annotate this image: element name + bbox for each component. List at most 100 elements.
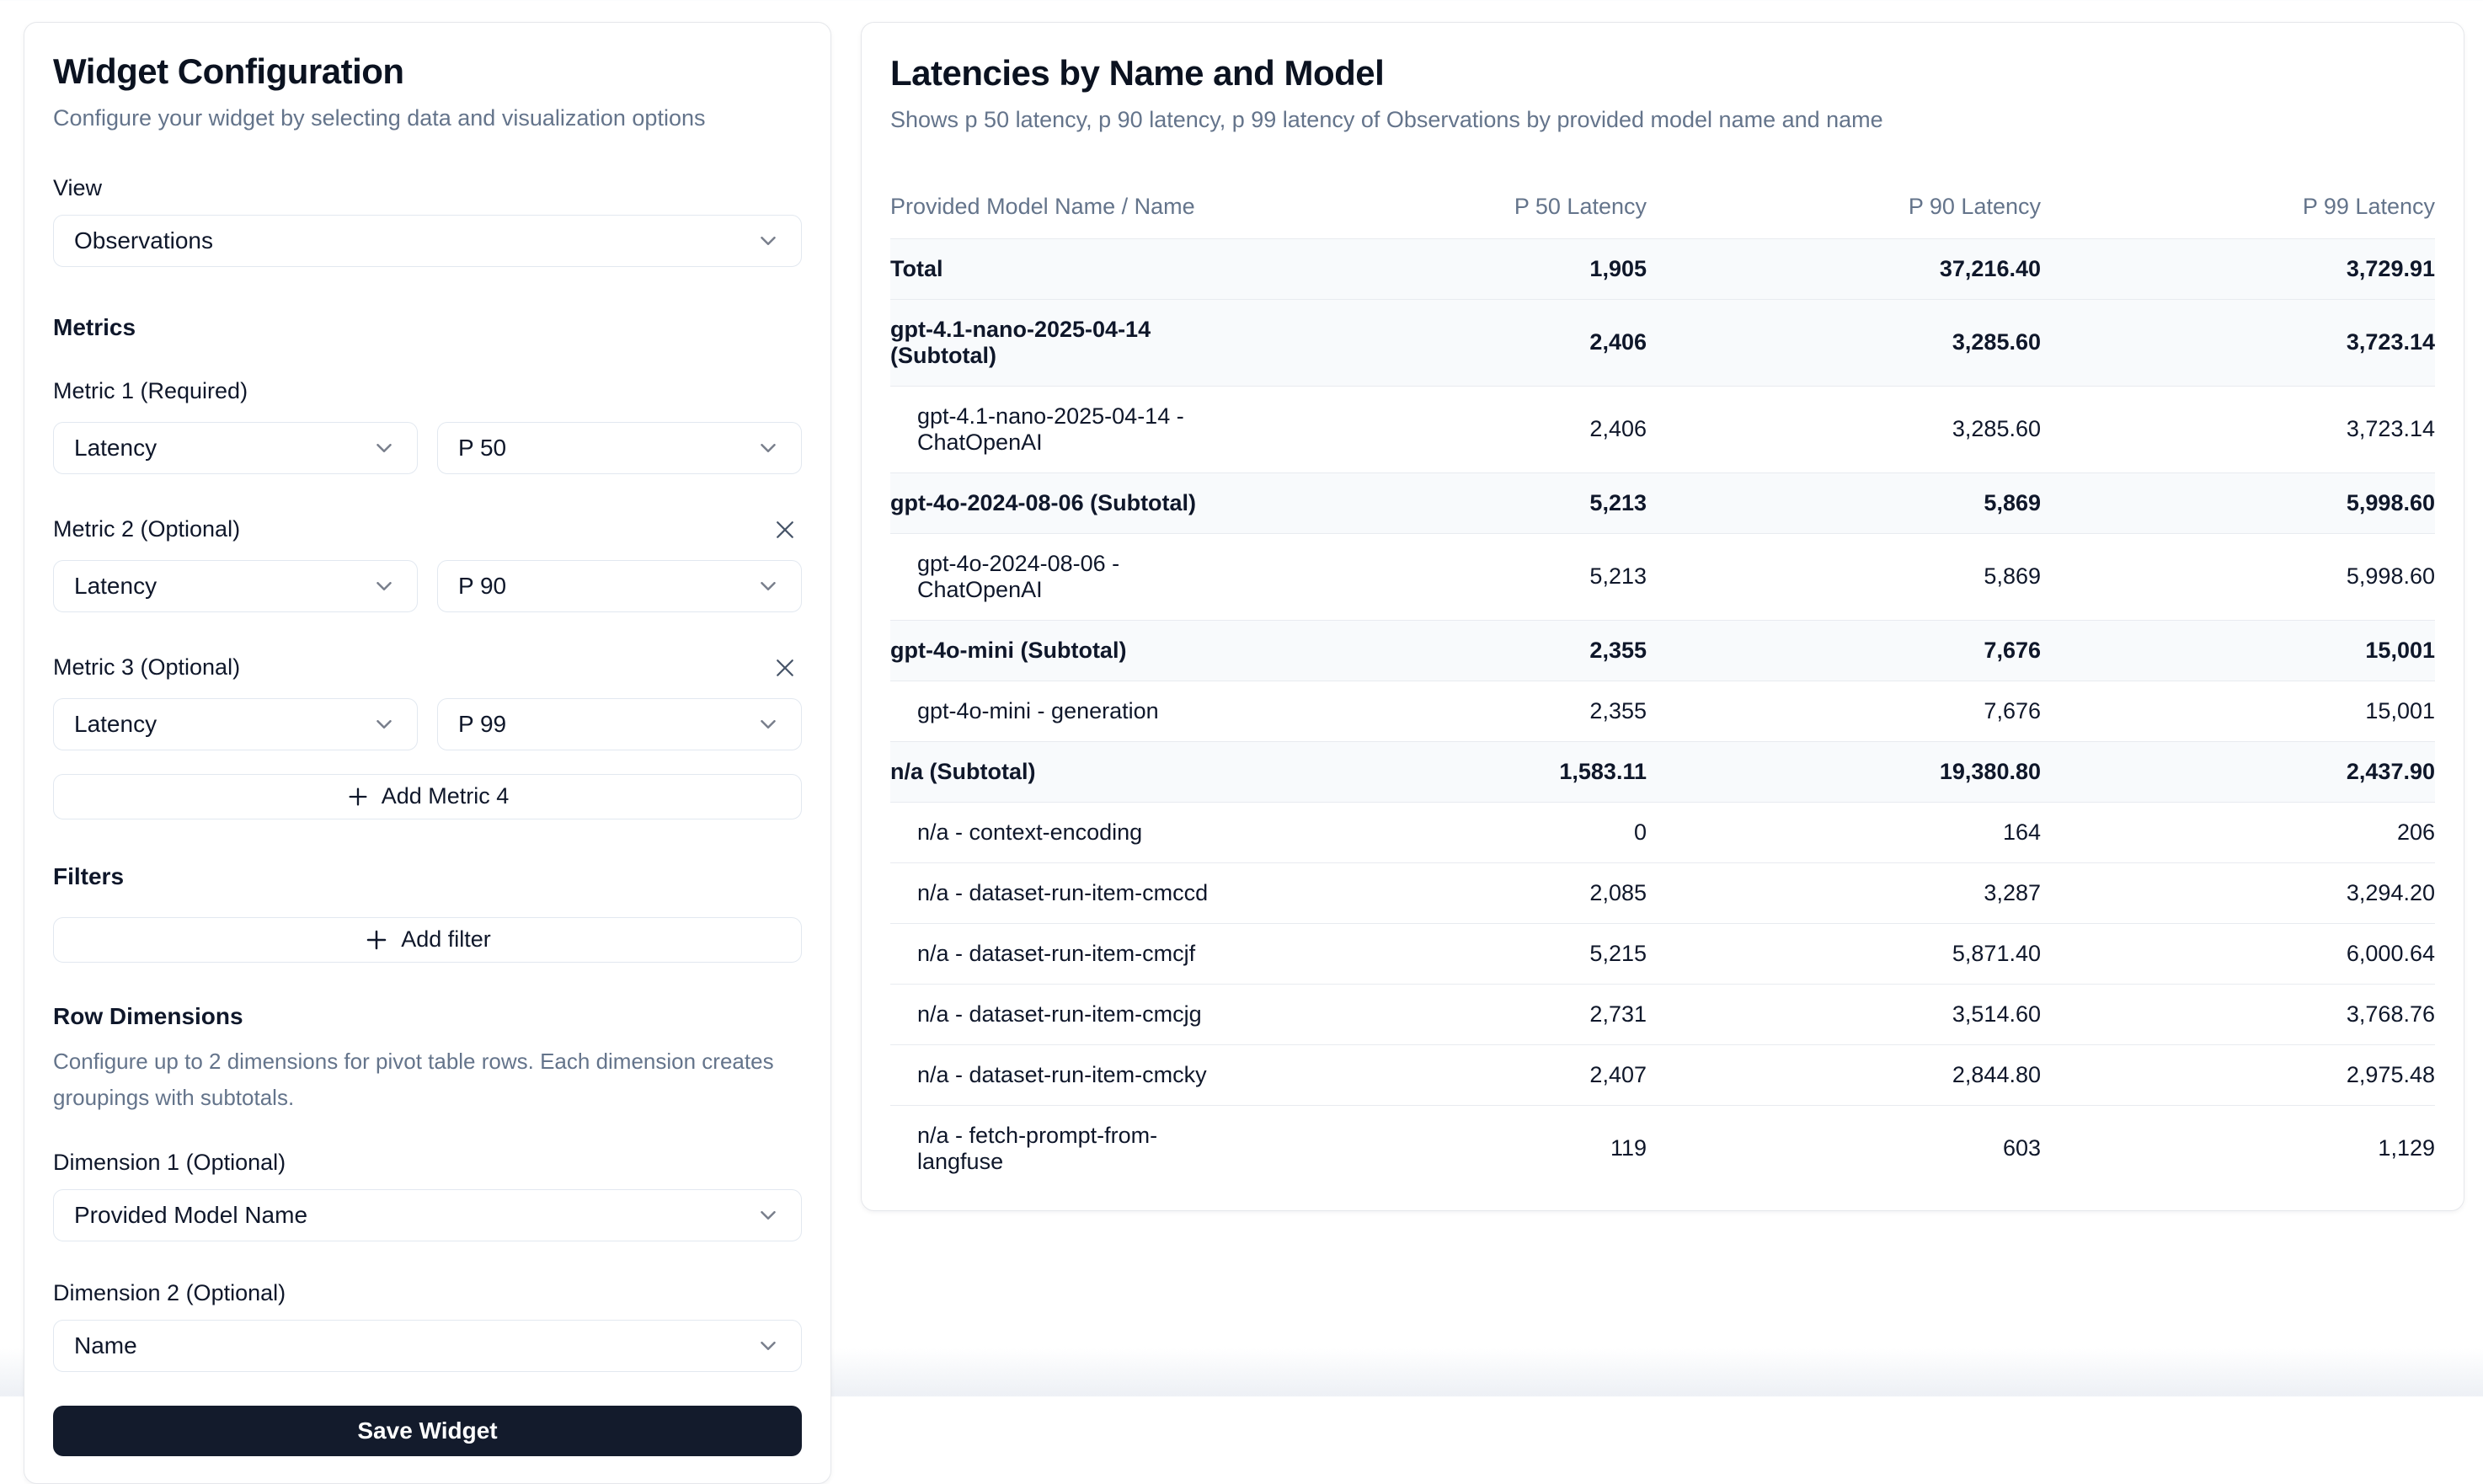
filters-section-label: Filters	[53, 863, 802, 890]
dimension-2-label: Dimension 2 (Optional)	[53, 1280, 802, 1306]
metric-3-aggregation-select[interactable]: P 99	[437, 698, 802, 750]
pivot-table-body: Total 1,905 37,216.40 3,729.91 gpt-4.1-n…	[890, 238, 2435, 1192]
column-header-name: Provided Model Name / Name	[890, 182, 1252, 238]
column-header-p99: P 99 Latency	[2041, 182, 2435, 238]
row-label: gpt-4.1-nano-2025-04-14 (Subtotal)	[890, 300, 1252, 386]
row-p50-value: 119	[1252, 1118, 1647, 1178]
table-row: gpt-4o-mini - generation 2,355 7,676 15,…	[890, 681, 2435, 741]
metric-1-row: Latency P 50	[53, 422, 802, 474]
table-row: n/a - fetch-prompt-from-langfuse 119 603…	[890, 1105, 2435, 1192]
metric-2-aggregation-select[interactable]: P 90	[437, 560, 802, 612]
preview-panel-title: Latencies by Name and Model	[890, 51, 2435, 96]
add-filter-button-label: Add filter	[401, 926, 491, 953]
metric-2-aggregation-value: P 90	[458, 573, 506, 600]
row-p99-value: 2,975.48	[2041, 1045, 2435, 1105]
row-label: n/a - dataset-run-item-cmcjf	[890, 924, 1252, 984]
dimension-1-select[interactable]: Provided Model Name	[53, 1189, 802, 1241]
add-filter-button[interactable]: Add filter	[53, 917, 802, 963]
row-label: n/a - context-encoding	[890, 803, 1252, 862]
row-label: gpt-4o-2024-08-06 - ChatOpenAI	[890, 534, 1252, 620]
row-dimensions-description: Configure up to 2 dimensions for pivot t…	[53, 1044, 794, 1116]
close-icon	[772, 655, 798, 681]
metric-2-measure-value: Latency	[74, 573, 157, 600]
row-p50-value: 2,085	[1252, 863, 1647, 923]
dimension-2-select-value: Name	[74, 1332, 137, 1359]
table-row: gpt-4.1-nano-2025-04-14 - ChatOpenAI 2,4…	[890, 386, 2435, 472]
chevron-down-icon	[756, 712, 781, 737]
row-p50-value: 2,407	[1252, 1045, 1647, 1105]
row-label: n/a - dataset-run-item-cmccd	[890, 863, 1252, 923]
metric-2-row: Latency P 90	[53, 560, 802, 612]
metric-3-label: Metric 3 (Optional)	[53, 654, 240, 681]
plus-icon	[346, 785, 370, 809]
row-label: gpt-4o-mini (Subtotal)	[890, 621, 1252, 681]
table-row: n/a - dataset-run-item-cmcjf 5,215 5,871…	[890, 923, 2435, 984]
pivot-table: Provided Model Name / Name P 50 Latency …	[890, 182, 2435, 1192]
add-metric-button[interactable]: Add Metric 4	[53, 774, 802, 819]
row-dimensions-section-label: Row Dimensions	[53, 1003, 802, 1030]
view-select-value: Observations	[74, 227, 213, 254]
row-p50-value: 2,731	[1252, 985, 1647, 1044]
page: Widget Configuration Configure your widg…	[0, 0, 2483, 1484]
chevron-down-icon	[371, 574, 397, 599]
table-row: n/a (Subtotal) 1,583.11 19,380.80 2,437.…	[890, 741, 2435, 802]
row-p50-value: 5,215	[1252, 924, 1647, 984]
row-p90-value: 5,871.40	[1647, 924, 2041, 984]
view-select[interactable]: Observations	[53, 215, 802, 267]
row-p90-value: 7,676	[1647, 621, 2041, 681]
row-p99-value: 3,723.14	[2041, 312, 2435, 372]
remove-metric-2-button[interactable]	[768, 513, 802, 547]
preview-panel-subtitle: Shows p 50 latency, p 90 latency, p 99 l…	[890, 104, 2435, 135]
row-label: n/a (Subtotal)	[890, 742, 1252, 802]
table-row: n/a - dataset-run-item-cmcky 2,407 2,844…	[890, 1044, 2435, 1105]
row-p99-value: 3,768.76	[2041, 985, 2435, 1044]
row-p90-value: 3,285.60	[1647, 312, 2041, 372]
metric-3-row: Latency P 99	[53, 698, 802, 750]
table-row: Total 1,905 37,216.40 3,729.91	[890, 238, 2435, 299]
chevron-down-icon	[756, 574, 781, 599]
row-p50-value: 2,355	[1252, 681, 1647, 741]
row-p50-value: 2,355	[1252, 621, 1647, 681]
row-p99-value: 3,723.14	[2041, 399, 2435, 459]
dimension-2-select[interactable]: Name	[53, 1320, 802, 1372]
row-p99-value: 206	[2041, 803, 2435, 862]
metric-2-header: Metric 2 (Optional)	[53, 513, 802, 547]
row-p90-value: 164	[1647, 803, 2041, 862]
metric-3-measure-value: Latency	[74, 711, 157, 738]
remove-metric-3-button[interactable]	[768, 651, 802, 685]
row-p99-value: 3,294.20	[2041, 863, 2435, 923]
table-row: n/a - context-encoding 0 164 206	[890, 802, 2435, 862]
metric-2-measure-select[interactable]: Latency	[53, 560, 418, 612]
config-panel-title: Widget Configuration	[53, 50, 802, 94]
metric-3-header: Metric 3 (Optional)	[53, 651, 802, 685]
save-widget-button-label: Save Widget	[357, 1417, 497, 1444]
dimension-1-select-value: Provided Model Name	[74, 1202, 307, 1229]
row-label: gpt-4.1-nano-2025-04-14 - ChatOpenAI	[890, 387, 1252, 472]
metrics-section-label: Metrics	[53, 314, 802, 341]
save-widget-button[interactable]: Save Widget	[53, 1406, 802, 1456]
row-p90-value: 3,287	[1647, 863, 2041, 923]
view-label: View	[53, 175, 802, 201]
metric-3-measure-select[interactable]: Latency	[53, 698, 418, 750]
row-p50-value: 1,583.11	[1252, 742, 1647, 802]
chevron-down-icon	[756, 435, 781, 461]
row-p50-value: 0	[1252, 803, 1647, 862]
row-p99-value: 15,001	[2041, 681, 2435, 741]
add-metric-button-label: Add Metric 4	[382, 783, 510, 809]
close-icon	[772, 517, 798, 542]
chevron-down-icon	[756, 1333, 781, 1359]
column-header-p90: P 90 Latency	[1647, 182, 2041, 238]
widget-configuration-panel: Widget Configuration Configure your widg…	[24, 22, 831, 1484]
metric-1-measure-value: Latency	[74, 435, 157, 462]
metric-1-measure-select[interactable]: Latency	[53, 422, 418, 474]
widget-preview-panel: Latencies by Name and Model Shows p 50 l…	[861, 22, 2464, 1211]
row-label: n/a - dataset-run-item-cmcjg	[890, 985, 1252, 1044]
row-p99-value: 15,001	[2041, 621, 2435, 681]
metric-1-aggregation-select[interactable]: P 50	[437, 422, 802, 474]
row-p99-value: 6,000.64	[2041, 924, 2435, 984]
row-p50-value: 5,213	[1252, 473, 1647, 533]
row-p99-value: 2,437.90	[2041, 742, 2435, 802]
row-p90-value: 603	[1647, 1118, 2041, 1178]
row-p99-value: 5,998.60	[2041, 547, 2435, 606]
metric-2-label: Metric 2 (Optional)	[53, 516, 240, 542]
